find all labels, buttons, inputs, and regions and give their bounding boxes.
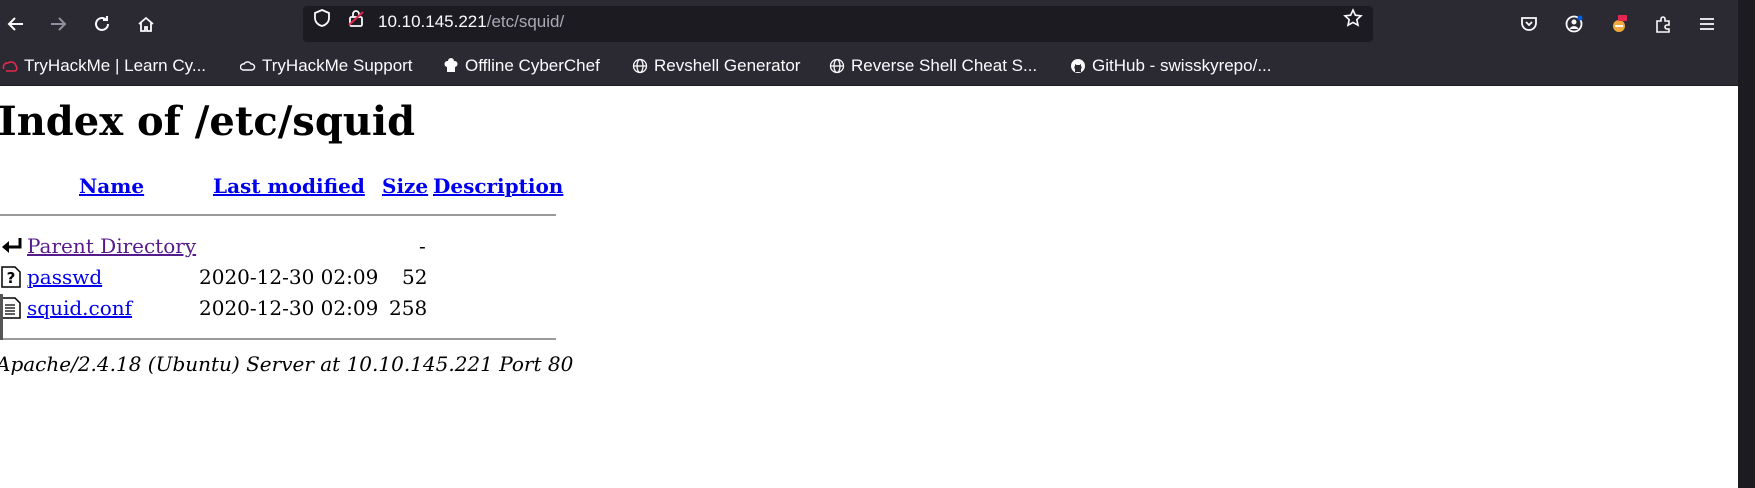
bookmark-label: Reverse Shell Cheat S... xyxy=(851,56,1038,75)
bookmark-item[interactable]: GitHub - swisskyrepo/... xyxy=(1070,55,1272,77)
bookmark-item[interactable]: TryHackMe | Learn Cy... xyxy=(2,55,206,77)
header-divider xyxy=(0,214,556,216)
bookmark-label: Revshell Generator xyxy=(654,56,801,75)
parent-directory-link[interactable]: Parent Directory xyxy=(27,234,196,258)
page-title: Index of /etc/squid xyxy=(0,98,416,145)
chef-icon xyxy=(443,58,459,74)
server-signature: Apache/2.4.18 (Ubuntu) Server at 10.10.1… xyxy=(0,352,574,376)
bookmark-label: TryHackMe Support xyxy=(262,56,413,75)
bookmark-star-icon[interactable] xyxy=(1343,8,1363,28)
tryhackme-icon xyxy=(2,58,18,74)
text-cursor-mark xyxy=(0,294,3,340)
bookmark-item[interactable]: Reverse Shell Cheat S... xyxy=(829,55,1037,77)
account-icon[interactable] xyxy=(1558,8,1590,40)
column-header-name[interactable]: Name xyxy=(79,174,144,198)
home-icon[interactable] xyxy=(130,8,162,40)
bookmark-item[interactable]: Offline CyberChef xyxy=(443,55,600,77)
url-text[interactable]: 10.10.145.221/etc/squid/ xyxy=(378,12,564,32)
page-content: Index of /etc/squid Name Last modified S… xyxy=(0,86,1738,488)
reload-icon[interactable] xyxy=(86,8,118,40)
cloud-icon xyxy=(239,58,256,74)
bookmark-label: Offline CyberChef xyxy=(465,56,600,75)
file-link[interactable]: squid.conf xyxy=(27,296,132,320)
svg-text:?: ? xyxy=(7,269,16,287)
file-size: 258 xyxy=(389,296,428,320)
bookmark-label: TryHackMe | Learn Cy... xyxy=(24,56,207,75)
file-link[interactable]: passwd xyxy=(27,265,102,289)
extensions-puzzle-icon[interactable] xyxy=(1647,8,1679,40)
extension-icon[interactable] xyxy=(1603,8,1635,40)
pocket-icon[interactable] xyxy=(1513,8,1545,40)
insecure-lock-icon[interactable] xyxy=(346,8,366,28)
footer-divider xyxy=(0,338,556,340)
url-host: 10.10.145.221 xyxy=(378,12,487,31)
browser-toolbar: 10.10.145.221/etc/squid/ xyxy=(0,0,1738,48)
github-icon xyxy=(1070,58,1086,74)
window-edge xyxy=(1738,0,1755,488)
globe-icon xyxy=(632,58,648,74)
url-path: /etc/squid/ xyxy=(486,12,565,31)
globe-icon xyxy=(829,58,845,74)
text-file-icon xyxy=(0,297,22,319)
bookmark-item[interactable]: Revshell Generator xyxy=(632,55,800,77)
bookmark-label: GitHub - swisskyrepo/... xyxy=(1092,56,1272,75)
menu-icon[interactable] xyxy=(1691,8,1723,40)
unknown-file-icon: ? xyxy=(0,266,22,288)
file-size: - xyxy=(419,234,426,258)
back-arrow-icon xyxy=(0,235,22,257)
file-size: 52 xyxy=(402,265,428,289)
file-modified: 2020-12-30 02:09 xyxy=(199,296,379,320)
column-header-last-modified[interactable]: Last modified xyxy=(213,174,365,198)
column-header-size[interactable]: Size xyxy=(382,174,428,198)
column-header-description[interactable]: Description xyxy=(433,174,563,198)
forward-arrow-icon[interactable] xyxy=(42,8,74,40)
file-modified: 2020-12-30 02:09 xyxy=(199,265,379,289)
shield-icon[interactable] xyxy=(312,8,332,28)
bookmark-item[interactable]: TryHackMe Support xyxy=(239,55,413,77)
back-arrow-icon[interactable] xyxy=(0,8,32,40)
